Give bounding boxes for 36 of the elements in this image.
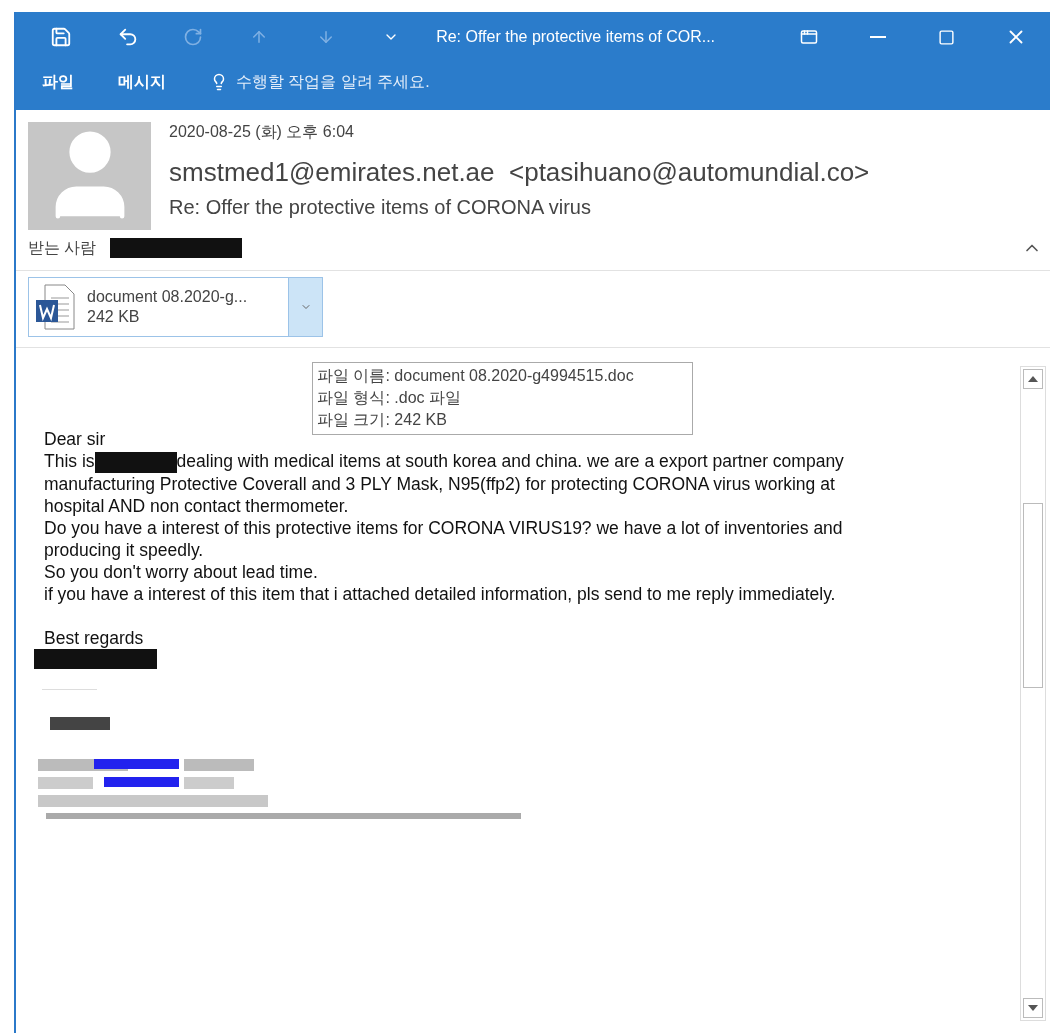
down-triangle-icon bbox=[1028, 1005, 1038, 1011]
scrollbar[interactable] bbox=[1020, 366, 1046, 1021]
ribbon-tab[interactable]: 파일 bbox=[42, 71, 74, 93]
body-line: So you don't worry about lead time. bbox=[44, 560, 319, 583]
attachment-size: 242 KB bbox=[87, 308, 141, 326]
scroll-up-button[interactable] bbox=[1023, 369, 1043, 389]
save-icon bbox=[50, 26, 72, 48]
attachment[interactable]: document 08.2020-g... 242 KB bbox=[28, 277, 323, 337]
ribbon-display-icon bbox=[799, 28, 818, 46]
sent-date: 2020-08-25 (화) 오후 6:04 bbox=[169, 122, 355, 142]
redo-icon bbox=[183, 27, 204, 47]
to-label: 받는 사람 bbox=[28, 237, 97, 258]
body-line: if you have a interest of this item that i attached detailed information, pls send to me reply immediately. bbox=[44, 582, 837, 605]
tell-me-field[interactable]: 수행할 작업을 알려 주세요. bbox=[234, 72, 498, 92]
window-title: Re: Offer the protective items of COR... bbox=[436, 28, 717, 46]
closing: Best regards bbox=[44, 626, 145, 649]
sender: smstmed1@emirates.net.ae <ptasihuano@automundial.co> bbox=[169, 157, 870, 188]
attachment-name: document 08.2020-g... bbox=[87, 288, 248, 306]
body-line: hospital AND non contact thermometer. bbox=[44, 494, 350, 517]
body-line: Do you have a interest of this protective items for CORONA VIRUS19? we have a lot of inventories and bbox=[44, 516, 844, 539]
scrollbar-thumb[interactable] bbox=[1023, 503, 1043, 688]
word-document-icon bbox=[35, 284, 75, 330]
body-line: producing it speedly. bbox=[44, 538, 205, 561]
up-triangle-icon bbox=[1028, 376, 1038, 382]
tooltip-line: 파일 크기: 242 KB bbox=[317, 410, 448, 430]
maximize-icon bbox=[938, 28, 956, 46]
subject: Re: Offer the protective items of CORONA virus bbox=[169, 196, 592, 219]
attachment-dropdown-button[interactable] bbox=[288, 278, 322, 336]
tooltip-line: 파일 형식: .doc 파일 bbox=[317, 388, 463, 408]
body-line: Dear sir bbox=[44, 428, 107, 450]
body-line: manufacturing Protective Coverall and 3 PLY Mask, N95(ffp2) for protecting CORONA virus working at bbox=[44, 472, 836, 495]
minimize-icon bbox=[869, 36, 886, 38]
tooltip-line: 파일 이름: document 08.2020-g4994515.doc bbox=[317, 366, 635, 386]
ribbon-tab[interactable]: 메시지 bbox=[118, 71, 166, 93]
body-line: This is dealing with medical items at south korea and china. we are a export partner company bbox=[44, 450, 845, 473]
scroll-down-button[interactable] bbox=[1023, 998, 1043, 1018]
